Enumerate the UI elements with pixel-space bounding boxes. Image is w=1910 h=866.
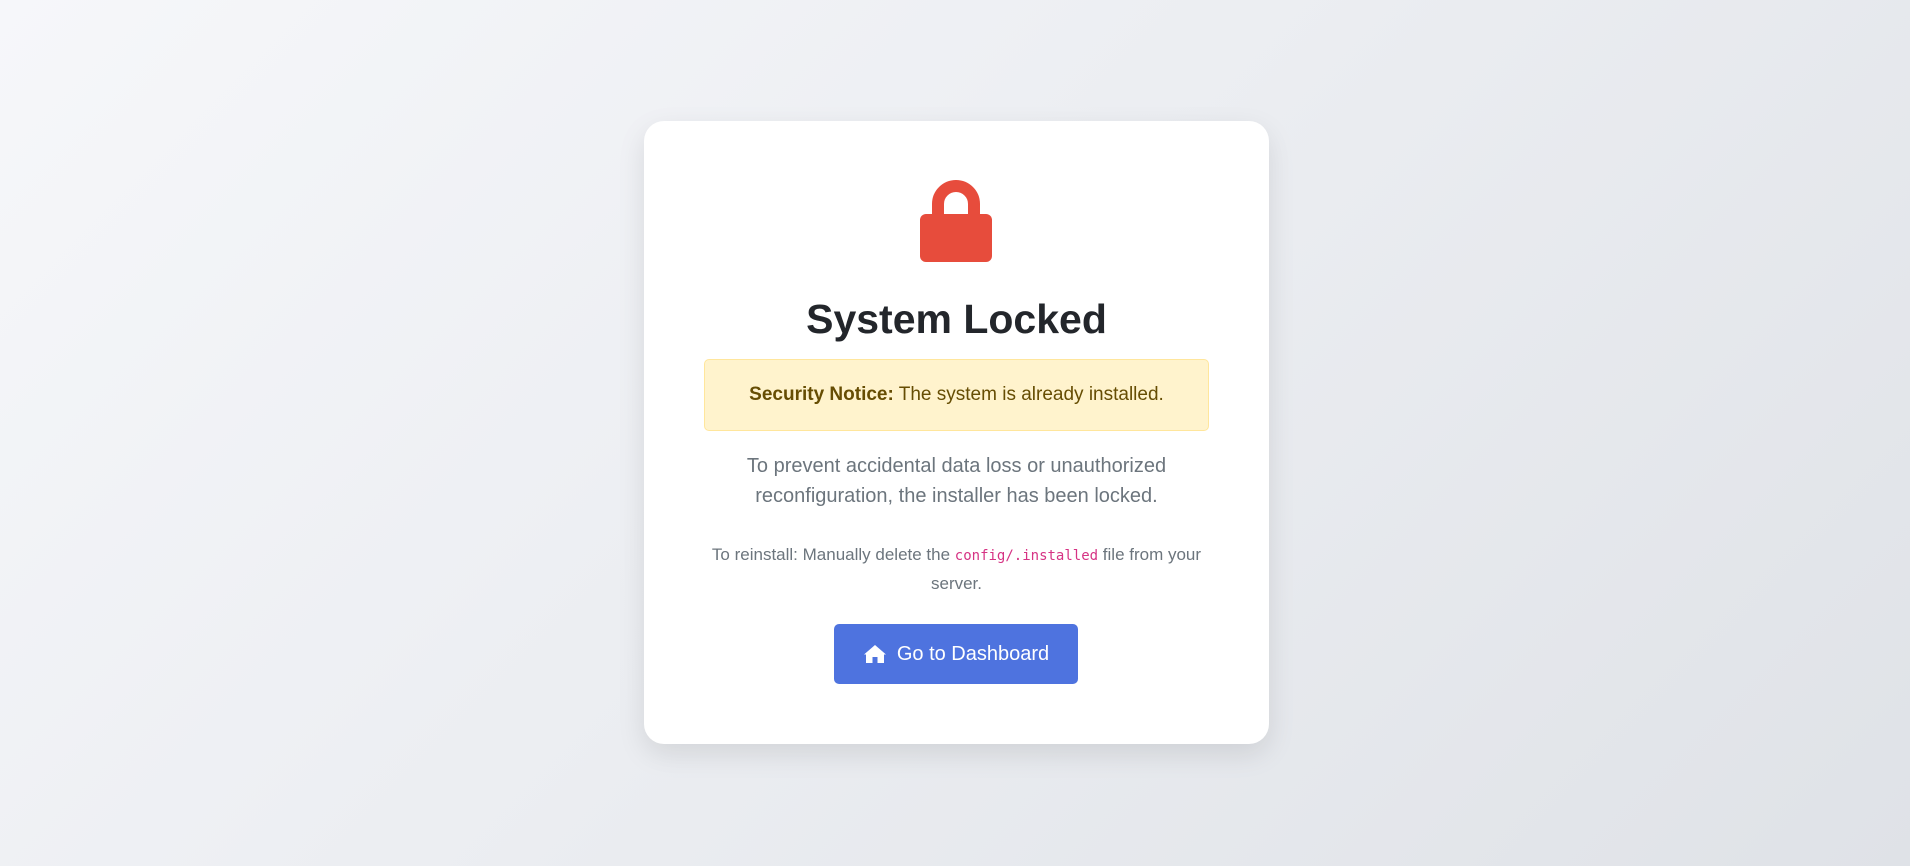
lock-icon <box>920 180 992 262</box>
go-to-dashboard-label: Go to Dashboard <box>896 642 1050 665</box>
go-to-dashboard-button[interactable]: Go to Dashboard <box>834 624 1078 684</box>
reinstall-instructions: To reinstall: Manually delete the config… <box>700 541 1213 597</box>
home-icon <box>863 645 886 663</box>
lock-description: To prevent accidental data loss or unaut… <box>746 455 1167 507</box>
security-notice-label: Security Notice: <box>749 384 894 405</box>
security-notice-text: The system is already installed. <box>893 384 1164 405</box>
page-title: System Locked <box>806 296 1107 342</box>
installed-file-path: config/.installed <box>954 548 1099 564</box>
security-notice-alert: Security Notice: The system is already i… <box>704 359 1209 431</box>
reinstall-prefix: To reinstall: Manually delete the <box>711 545 955 564</box>
locked-card: System Locked Security Notice: The syste… <box>644 121 1269 744</box>
